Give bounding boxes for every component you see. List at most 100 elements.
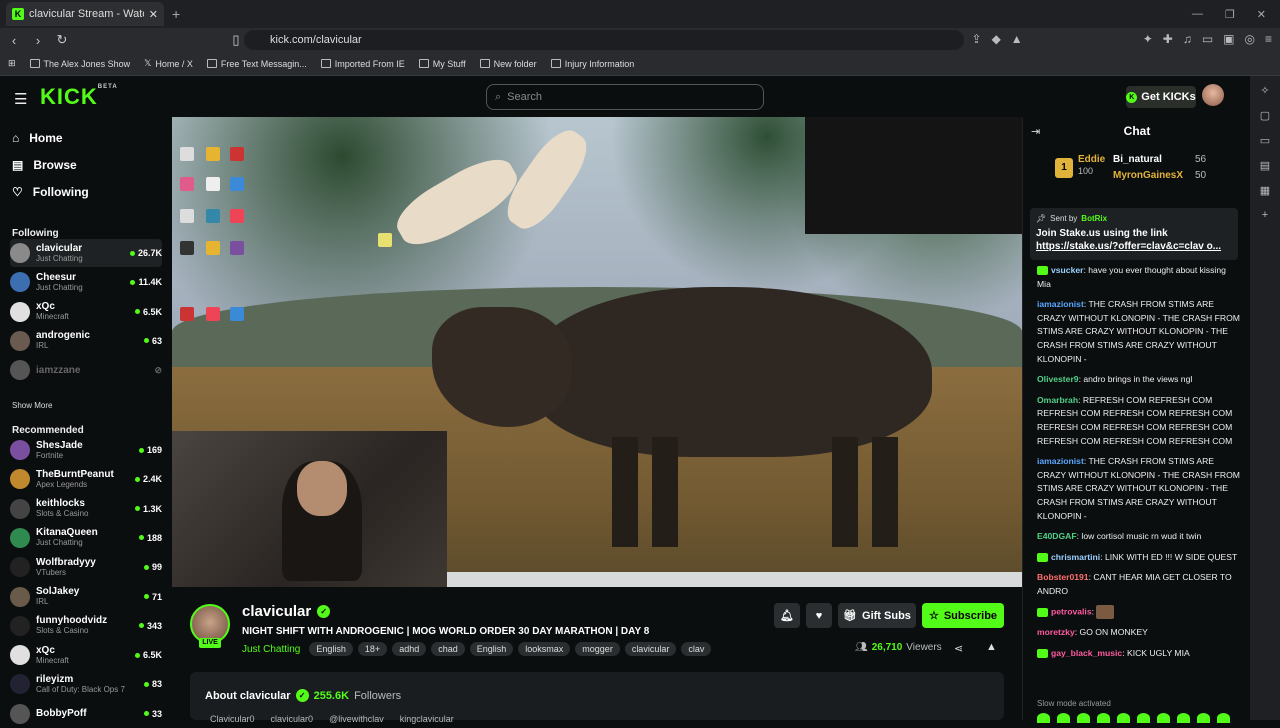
browser-tab[interactable]: K clavicular Stream - Watch Live ✕ <box>6 2 164 26</box>
report-icon[interactable]: ▲ <box>986 641 997 653</box>
search-input[interactable]: ⌕ Search <box>486 84 764 110</box>
channel-bobbypoff[interactable]: BobbyPoff 33 <box>10 700 162 728</box>
nav-following[interactable]: ♡ Following <box>12 185 89 199</box>
menu-icon[interactable]: ≡ <box>1265 32 1272 46</box>
share-page-icon[interactable]: ⇪ <box>972 32 982 46</box>
channel-rileyizm[interactable]: rileyizm Call of Duty: Black Ops 7 83 <box>10 670 162 698</box>
channel-wolfbradyyy[interactable]: Wolfbradyyy VTubers 99 <box>10 553 162 581</box>
tag[interactable]: looksmax <box>518 642 571 656</box>
tag[interactable]: mogger <box>575 642 620 656</box>
chat-username[interactable]: iamazionist <box>1037 456 1084 466</box>
bookmark-item[interactable]: Imported From IE <box>320 59 405 69</box>
emote-icon[interactable] <box>1137 713 1150 723</box>
streamer-name[interactable]: clavicular ✓ <box>242 603 331 620</box>
restore-icon[interactable]: ❐ <box>1225 8 1235 21</box>
emote-icon[interactable] <box>1097 713 1110 723</box>
share-icon[interactable]: ⋖ <box>954 642 963 655</box>
notification-bell-button[interactable]: 🔔︎ <box>774 603 800 628</box>
emote-icon[interactable] <box>1177 713 1190 723</box>
bookmark-icon[interactable]: ▯ <box>226 32 246 48</box>
sidebar-toggle-icon[interactable]: ▭ <box>1202 32 1213 46</box>
channel-soljakey[interactable]: SolJakey IRL 71 <box>10 583 162 611</box>
tag[interactable]: clav <box>681 642 712 656</box>
emote-icon[interactable] <box>1037 713 1050 723</box>
chat-username[interactable]: Bobster0191 <box>1037 572 1089 582</box>
apps-grid-icon[interactable]: ⊞ <box>8 58 16 69</box>
emote-icon[interactable] <box>1077 713 1090 723</box>
channel-cheesur[interactable]: Cheesur Just Chatting 11.4K <box>10 268 162 296</box>
emote-icon[interactable] <box>1117 713 1130 723</box>
chat-username[interactable]: petrovalis <box>1051 607 1092 617</box>
emote-icon[interactable] <box>1197 713 1210 723</box>
emote-icon[interactable] <box>1057 713 1070 723</box>
hamburger-menu-icon[interactable]: ☰ <box>14 90 27 108</box>
tag[interactable]: adhd <box>392 642 427 656</box>
channel-funnyhoodvidz[interactable]: funnyhoodvidz Slots & Casino 343 <box>10 612 162 640</box>
emote-icon[interactable] <box>1157 713 1170 723</box>
social-link[interactable]: @livewithclav <box>329 714 384 724</box>
social-link[interactable]: clavicular0 <box>271 714 314 724</box>
channel-kitanaqueen[interactable]: KitanaQueen Just Chatting 188 <box>10 524 162 552</box>
bookmark-item[interactable]: My Stuff <box>418 59 466 69</box>
chat-username[interactable]: moretzky <box>1037 627 1075 637</box>
chat-username[interactable]: Olivester9 <box>1037 374 1079 384</box>
tag[interactable]: English <box>309 642 353 656</box>
reading-icon[interactable]: ▦ <box>1260 184 1270 197</box>
get-kicks-button[interactable]: K Get KICKs <box>1126 86 1196 108</box>
vpn-icon[interactable]: ◎ <box>1245 32 1255 46</box>
channel-keithlocks[interactable]: keithlocks Slots & Casino 1.3K <box>10 495 162 523</box>
forward-icon[interactable]: › <box>28 33 48 48</box>
video-player[interactable] <box>172 117 1022 587</box>
social-link[interactable]: Clavicular0 <box>210 714 255 724</box>
bookmark-item[interactable]: Free Text Messagin... <box>206 59 307 69</box>
category-link[interactable]: Just Chatting <box>242 644 300 655</box>
chat-username[interactable]: chrismartini <box>1051 552 1100 562</box>
wallet-side-icon[interactable]: ▢ <box>1260 109 1270 122</box>
channel-iamzzane[interactable]: iamzzane ⊘ <box>10 356 162 384</box>
bookmark-item[interactable]: New folder <box>479 59 537 69</box>
bookmark-item[interactable]: 𝕏 Home / X <box>144 58 193 69</box>
new-tab-icon[interactable]: + <box>172 6 180 22</box>
pinned-message[interactable]: 📌︎ Sent by BotRix Join Stake.us using th… <box>1030 208 1238 260</box>
channel-xqc[interactable]: xQc Minecraft 6.5K <box>10 641 162 669</box>
tag[interactable]: English <box>469 642 514 656</box>
nav-home[interactable]: ⌂ Home <box>12 131 63 145</box>
close-tab-icon[interactable]: ✕ <box>149 8 158 21</box>
tag[interactable]: chad <box>431 642 465 656</box>
back-icon[interactable]: ‹ <box>4 33 24 48</box>
pinned-link[interactable]: https://stake.us/?offer=clav&c=clav o... <box>1036 240 1232 253</box>
channel-theburntpeanut[interactable]: TheBurntPeanut Apex Legends 2.4K <box>10 465 162 493</box>
puzzle-icon[interactable]: ✚ <box>1163 32 1173 46</box>
social-link[interactable]: kingclavicular <box>400 714 454 724</box>
close-window-icon[interactable]: ✕ <box>1257 8 1266 21</box>
minimize-icon[interactable]: — <box>1192 8 1203 21</box>
tag[interactable]: clavicular <box>624 642 677 656</box>
tabs-icon[interactable]: ▭ <box>1260 134 1270 147</box>
channel-clavicular[interactable]: clavicular Just Chatting 26.7K <box>10 239 162 267</box>
chat-username[interactable]: vsucker <box>1051 265 1084 275</box>
follow-heart-button[interactable]: ♥ <box>806 603 832 628</box>
subscribe-button[interactable]: ☆ Subscribe <box>922 603 1004 628</box>
tag[interactable]: 18+ <box>357 642 388 656</box>
emote-icon[interactable] <box>1217 713 1230 723</box>
rewards-icon[interactable]: ▲ <box>1011 32 1023 46</box>
user-avatar[interactable] <box>1202 84 1224 106</box>
show-more-link[interactable]: Show More <box>12 401 52 410</box>
chat-username[interactable]: iamazionist <box>1037 299 1084 309</box>
chat-username[interactable]: Omarbrah <box>1037 395 1078 405</box>
channel-shesjade[interactable]: ShesJade Fortnite 169 <box>10 436 162 464</box>
chat-username[interactable]: E40DGAF <box>1037 531 1077 541</box>
music-icon[interactable]: ♫ <box>1183 32 1192 46</box>
kick-logo[interactable]: KICKBETA <box>40 84 118 110</box>
gift-subs-button[interactable]: 🎁︎ Gift Subs <box>838 603 916 628</box>
address-bar[interactable]: kick.com/clavicular <box>244 30 964 50</box>
extension-icon[interactable]: ✦ <box>1143 32 1153 46</box>
nav-browse[interactable]: ▤ Browse <box>12 158 77 172</box>
ai-icon[interactable]: ✧ <box>1260 84 1269 97</box>
bookmark-item[interactable]: The Alex Jones Show <box>29 59 130 69</box>
chat-username[interactable]: gay_black_music <box>1051 648 1122 658</box>
brave-shield-icon[interactable]: ◆ <box>992 32 1001 46</box>
notes-icon[interactable]: ▤ <box>1260 159 1270 172</box>
channel-xqc[interactable]: xQc Minecraft 6.5K <box>10 298 162 326</box>
bookmark-item[interactable]: Injury Information <box>550 59 634 69</box>
